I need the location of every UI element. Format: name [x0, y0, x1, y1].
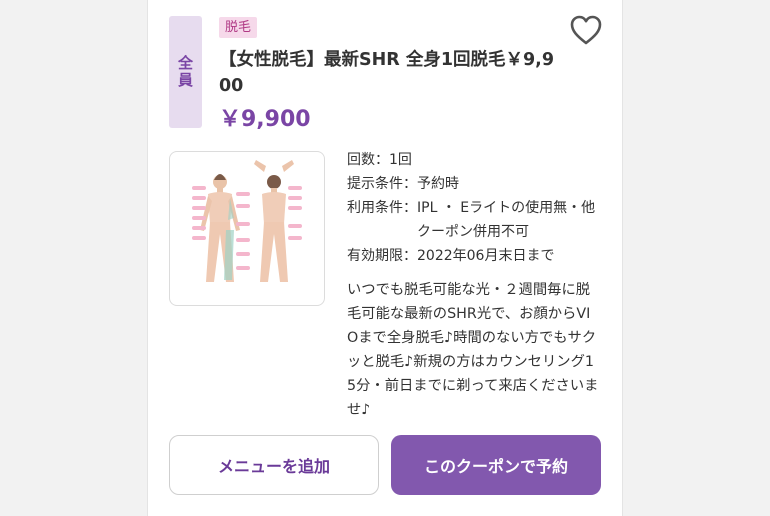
coupon-price: ￥9,900: [219, 107, 311, 132]
coupon-image: [169, 151, 325, 306]
target-tag-label: 全員: [176, 55, 194, 89]
coupon-title: 【女性脱毛】最新SHR 全身1回脱毛￥9,900: [219, 50, 554, 96]
detail-row-conditions: 利用条件： IPL ・ Eライトの使用無・他クーポン併用不可: [347, 196, 607, 244]
coupon-details: 回数： 1回 提示条件： 予約時 利用条件： IPL ・ Eライトの使用無・他ク…: [347, 148, 607, 268]
detail-row-expiry: 有効期限： 2022年06月末日まで: [347, 244, 607, 268]
detail-key: 利用条件：: [347, 200, 417, 216]
add-menu-button[interactable]: メニューを追加: [169, 435, 379, 495]
detail-value: 2022年06月末日まで: [417, 248, 555, 264]
favorite-button[interactable]: [569, 14, 603, 46]
detail-value: IPL ・ Eライトの使用無・他クーポン併用不可: [417, 200, 596, 240]
category-badge: 脱毛: [219, 17, 258, 38]
body-diagram-image: [192, 160, 302, 282]
target-tag: 全員: [169, 16, 202, 128]
detail-value: 1回: [389, 152, 412, 168]
detail-key: 有効期限：: [347, 248, 417, 264]
detail-value: 予約時: [417, 176, 459, 192]
heart-outline-icon: [570, 15, 602, 45]
reserve-coupon-button[interactable]: このクーポンで予約: [391, 435, 601, 495]
detail-row-presentation: 提示条件： 予約時: [347, 172, 607, 196]
coupon-description: いつでも脱毛可能な光・２週間毎に脱毛可能な最新のSHR光で、お顔からVIOまで全…: [347, 282, 599, 418]
detail-key: 提示条件：: [347, 176, 417, 192]
detail-row-count: 回数： 1回: [347, 148, 607, 172]
detail-key: 回数：: [347, 152, 389, 168]
